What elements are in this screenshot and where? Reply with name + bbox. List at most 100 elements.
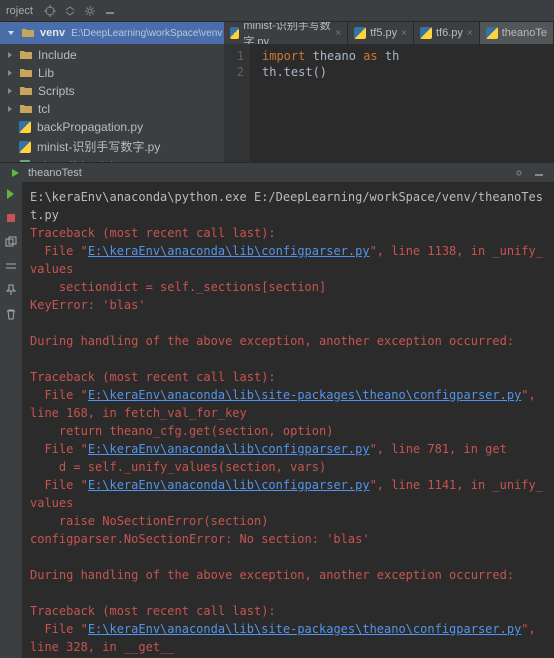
traceback-link[interactable]: E:\keraEnv\anaconda\lib\configparser.py <box>88 244 370 258</box>
python-file-icon <box>486 27 498 39</box>
console-text: E:\keraEnv\anaconda\python.exe E:/DeepLe… <box>30 190 543 222</box>
console-text: File " <box>30 244 88 258</box>
crosshair-icon[interactable] <box>43 4 57 18</box>
console-text: Traceback (most recent call last): <box>30 370 276 384</box>
tree-item[interactable]: tcl <box>0 100 224 118</box>
console-text: Traceback (most recent call last): <box>30 226 276 240</box>
python-file-icon <box>230 27 239 39</box>
tree-item[interactable]: pip-selfcheck.json <box>0 157 224 162</box>
tree-item[interactable]: Lib <box>0 64 224 82</box>
traceback-link[interactable]: E:\keraEnv\anaconda\lib\site-packages\th… <box>88 622 521 636</box>
gutter: 12 <box>224 44 250 162</box>
console-line: sectiondict = self._sections[section] <box>30 278 546 296</box>
line-number: 2 <box>224 64 244 80</box>
folder-icon <box>22 28 34 38</box>
console-output[interactable]: E:\keraEnv\anaconda\python.exe E:/DeepLe… <box>22 182 554 658</box>
console-text: return theano_cfg.get(section, option) <box>30 424 333 438</box>
tree-item[interactable]: backPropagation.py <box>0 118 224 136</box>
close-icon[interactable]: × <box>335 28 341 39</box>
stop-icon[interactable] <box>3 210 19 226</box>
editor-pane: minist-识别手写数字.py×tf5.py×tf6.py×theanoTe … <box>224 22 554 162</box>
toggle-icon[interactable] <box>3 258 19 274</box>
folder-icon <box>19 66 33 80</box>
tree-item-label: pip-selfcheck.json <box>37 159 132 162</box>
editor-tab[interactable]: minist-识别手写数字.py × <box>224 22 348 44</box>
code-editor[interactable]: 12 import theano as thth.test() <box>224 44 554 162</box>
python-file-icon <box>18 140 32 154</box>
folder-icon <box>19 102 33 116</box>
python-file-icon <box>18 120 32 134</box>
hide-icon[interactable] <box>103 4 117 18</box>
console-text: Traceback (most recent call last): <box>30 604 276 618</box>
pin-icon[interactable] <box>3 282 19 298</box>
tab-label: tf6.py <box>436 27 463 39</box>
console-line: E:\keraEnv\anaconda\python.exe E:/DeepLe… <box>30 188 546 224</box>
code-area[interactable]: import theano as thth.test() <box>250 44 554 162</box>
console-text: ", line 781, in get <box>370 442 507 456</box>
project-label: roject <box>6 5 33 17</box>
editor-tab[interactable]: tf6.py × <box>414 22 480 44</box>
console-text: File " <box>30 478 88 492</box>
tree-item-label: Lib <box>38 66 54 80</box>
project-toolbar-icons <box>43 4 117 18</box>
editor-tab[interactable]: tf5.py × <box>348 22 414 44</box>
console-line: Traceback (most recent call last): <box>30 224 546 242</box>
run-tool-sidebar <box>0 182 22 658</box>
tree-item-label: tcl <box>38 102 50 116</box>
close-icon[interactable]: × <box>401 28 407 39</box>
chevron-right-icon <box>6 105 14 113</box>
line-number: 1 <box>224 48 244 64</box>
hide-icon[interactable] <box>532 166 546 180</box>
tree-item-label: Scripts <box>38 84 75 98</box>
traceback-link[interactable]: E:\keraEnv\anaconda\lib\configparser.py <box>88 442 370 456</box>
console-line: Traceback (most recent call last): <box>30 368 546 386</box>
tree-item[interactable]: minist-识别手写数字.py <box>0 136 224 157</box>
console-text: File " <box>30 442 88 456</box>
gear-icon[interactable] <box>512 166 526 180</box>
python-file-icon <box>354 27 366 39</box>
tab-label: tf5.py <box>370 27 397 39</box>
tree-item[interactable]: Scripts <box>0 82 224 100</box>
project-venv-bar[interactable]: venv E:\DeepLearning\workSpace\venv <box>0 22 224 44</box>
folder-expand-icon[interactable] <box>6 28 16 38</box>
tree-item[interactable]: Include <box>0 46 224 64</box>
gear-icon[interactable] <box>83 4 97 18</box>
tree-item-label: minist-识别手写数字.py <box>37 138 160 155</box>
console-text: During handling of the above exception, … <box>30 568 514 582</box>
run-panel-title: theanoTest <box>28 167 82 179</box>
trash-icon[interactable] <box>3 306 19 322</box>
tree-item-label: backPropagation.py <box>37 120 143 134</box>
console-line: File "E:\keraEnv\anaconda\lib\site-packa… <box>30 620 546 656</box>
console-text: File " <box>30 622 88 636</box>
console-line: d = self._unify_values(section, vars) <box>30 458 546 476</box>
code-line: import theano as th <box>262 48 554 64</box>
console-line: return theano_cfg.get(section, option) <box>30 422 546 440</box>
traceback-link[interactable]: E:\keraEnv\anaconda\lib\site-packages\th… <box>88 388 521 402</box>
restore-icon[interactable] <box>3 234 19 250</box>
project-venv-name: venv <box>40 27 65 39</box>
chevron-right-icon <box>6 87 14 95</box>
console-line: KeyError: 'blas' <box>30 296 546 314</box>
rerun-icon[interactable] <box>3 186 19 202</box>
console-text: sectiondict = self._sections[section] <box>30 280 326 294</box>
close-icon[interactable]: × <box>467 28 473 39</box>
run-icon[interactable] <box>8 166 22 180</box>
project-tree: Include Lib Scripts tcl backPropagation.py mi… <box>0 44 224 162</box>
editor-tab[interactable]: theanoTe <box>480 22 554 44</box>
editor-tabs: minist-识别手写数字.py × tf5.py × tf6.py × theanoTe <box>224 22 554 44</box>
console-line <box>30 548 546 566</box>
console-line <box>30 314 546 332</box>
tree-item-label: Include <box>38 48 77 62</box>
traceback-link[interactable]: E:\keraEnv\anaconda\lib\configparser.py <box>88 478 370 492</box>
console-line: raise NoSectionError(section) <box>30 512 546 530</box>
console-text: configparser.NoSectionError: No section:… <box>30 532 370 546</box>
project-pane: venv E:\DeepLearning\workSpace\venv Incl… <box>0 22 224 162</box>
tab-label: minist-识别手写数字.py <box>243 22 331 44</box>
project-venv-path: E:\DeepLearning\workSpace\venv <box>71 28 222 39</box>
tab-label: theanoTe <box>502 27 547 39</box>
console-text: raise NoSectionError(section) <box>30 514 268 528</box>
collapse-icon[interactable] <box>63 4 77 18</box>
console-line: File "E:\keraEnv\anaconda\lib\site-packa… <box>30 386 546 422</box>
folder-icon <box>19 48 33 62</box>
console-line: File "E:\keraEnv\anaconda\lib\configpars… <box>30 440 546 458</box>
